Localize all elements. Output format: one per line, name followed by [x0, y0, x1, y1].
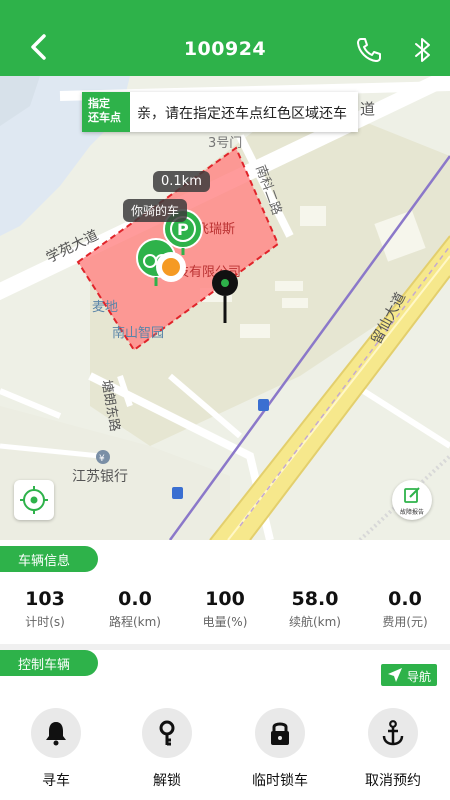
- temp-lock-button[interactable]: 临时锁车: [240, 708, 320, 790]
- bell-icon: [46, 722, 66, 746]
- navigate-label: 导航: [407, 670, 432, 684]
- fault-report-label: 故障报告: [399, 509, 424, 516]
- road-label: 道: [360, 100, 376, 118]
- navigate-button[interactable]: 导航: [381, 664, 437, 686]
- stat-fee: 0.0 费用(元): [382, 588, 428, 629]
- cancel-reservation-button[interactable]: 取消预约: [353, 708, 433, 790]
- stat-range: 58.0 续航(km): [288, 588, 341, 629]
- phone-icon[interactable]: [354, 35, 384, 65]
- svg-text:P: P: [177, 220, 189, 239]
- navigation-arrow-icon: [388, 668, 402, 682]
- map-pin-icon: [212, 270, 238, 323]
- distance-tip: 0.1km: [153, 171, 210, 192]
- map-view[interactable]: ¥ 道 3号门 南科二路 学苑大道 飞瑞斯 技有限公司 麦地 南山智园 塘朗东路…: [0, 76, 450, 540]
- find-car-button[interactable]: 寻车: [16, 708, 96, 790]
- stat-battery: 100 电量(%): [202, 588, 248, 629]
- my-bike-tip: 你骑的车: [123, 199, 188, 222]
- lock-icon: [271, 722, 289, 745]
- crosshair-icon: [20, 486, 48, 514]
- vehicle-info-tag: 车辆信息: [0, 546, 98, 572]
- fault-report-button[interactable]: 故障报告: [392, 480, 432, 520]
- temp-lock-label: 临时锁车: [252, 773, 308, 789]
- vehicle-stats: 103 计时(s) 0.0 路程(km) 100 电量(%) 58.0 续航(k…: [0, 588, 450, 648]
- find-car-label: 寻车: [42, 773, 70, 789]
- return-notice-banner: 指定 还车点 亲，请在指定还车点红色区域还车: [82, 92, 358, 132]
- cancel-reservation-label: 取消预约: [365, 773, 421, 789]
- key-icon: [159, 720, 175, 746]
- unlock-button[interactable]: 解锁: [127, 708, 207, 790]
- top-bar: 100924: [0, 0, 450, 76]
- svg-text:¥: ¥: [99, 454, 105, 464]
- stat-time: 103 计时(s): [25, 588, 65, 629]
- unlock-label: 解锁: [153, 773, 181, 789]
- locate-button[interactable]: [14, 480, 54, 520]
- return-notice-text: 亲，请在指定还车点红色区域还车: [137, 106, 347, 122]
- poi-nanshan: 南山智园: [112, 326, 165, 341]
- current-location-icon: [156, 252, 186, 282]
- poi-bank: 江苏银行: [72, 469, 128, 485]
- poi-maidi: 麦地: [92, 300, 119, 315]
- control-vehicle-tag: 控制车辆: [0, 650, 98, 676]
- stat-distance: 0.0 路程(km): [108, 588, 161, 629]
- gate-label: 3号门: [208, 136, 243, 151]
- return-point-badge: 指定 还车点: [82, 92, 130, 132]
- edit-report-icon: [404, 487, 420, 503]
- anchor-icon: [382, 720, 404, 746]
- bluetooth-icon[interactable]: [410, 35, 436, 65]
